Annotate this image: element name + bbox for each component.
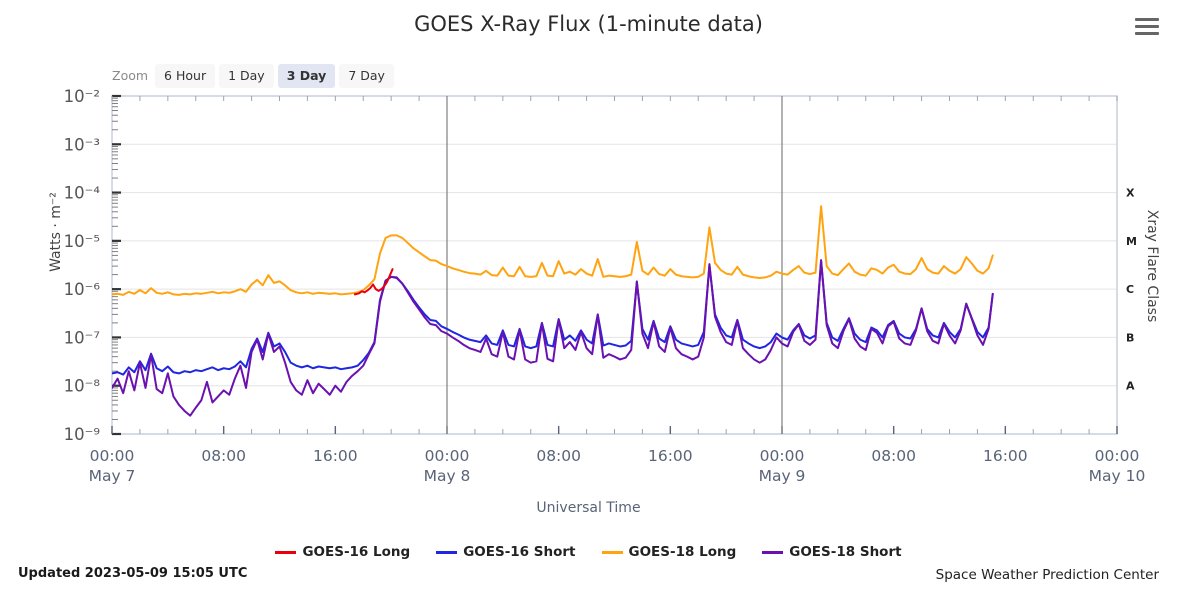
zoom-label: Zoom bbox=[112, 68, 149, 84]
y-axis-tick-label: 10⁻⁹ bbox=[64, 425, 100, 444]
series-line-goes-18-short bbox=[112, 259, 994, 417]
x-axis-tick-label: 16:00 bbox=[648, 447, 693, 465]
legend-item-goes16-short[interactable]: GOES-16 Short bbox=[436, 544, 576, 560]
flare-class-label-a: A bbox=[1126, 380, 1135, 393]
legend-label-goes16-long: GOES-16 Long bbox=[302, 544, 411, 560]
x-axis-tick-label: 00:00 bbox=[425, 447, 470, 465]
zoom-button-1-day[interactable]: 1 Day bbox=[219, 64, 274, 88]
x-axis-tick-label: 00:00 bbox=[90, 447, 135, 465]
flare-class-label-c: C bbox=[1126, 283, 1134, 296]
x-axis-tick-label: 00:00 bbox=[760, 447, 805, 465]
x-axis-title: Universal Time bbox=[536, 500, 641, 516]
x-axis-tick-label: 08:00 bbox=[201, 447, 246, 465]
y-axis-tick-label: 10⁻⁵ bbox=[64, 232, 100, 251]
legend-label-goes16-short: GOES-16 Short bbox=[463, 544, 576, 560]
y-axis-tick-label: 10⁻² bbox=[64, 87, 100, 106]
series-line-goes-16-long bbox=[353, 268, 394, 296]
legend-swatch-goes16-short bbox=[436, 550, 458, 554]
y-axis-tick-label: 10⁻⁷ bbox=[64, 328, 100, 347]
y-axis-tick-label: 10⁻³ bbox=[64, 135, 100, 154]
flare-class-label-x: X bbox=[1126, 187, 1135, 200]
chart-legend: GOES-16 Long GOES-16 Short GOES-18 Long … bbox=[0, 544, 1177, 560]
x-axis-day-label: May 9 bbox=[759, 467, 806, 485]
zoom-button-3-day[interactable]: 3 Day bbox=[277, 64, 336, 88]
page-title: GOES X-Ray Flux (1-minute data) bbox=[414, 12, 763, 36]
legend-item-goes18-long[interactable]: GOES-18 Long bbox=[601, 544, 737, 560]
hamburger-menu-icon[interactable] bbox=[1135, 18, 1159, 35]
x-axis-day-label: May 8 bbox=[424, 467, 471, 485]
legend-label-goes18-short: GOES-18 Short bbox=[789, 544, 902, 560]
x-axis-tick-label: 16:00 bbox=[983, 447, 1028, 465]
flare-class-label-b: B bbox=[1126, 331, 1134, 344]
legend-label-goes18-long: GOES-18 Long bbox=[628, 544, 737, 560]
zoom-range-control: Zoom 6 Hour 1 Day 3 Day 7 Day bbox=[112, 64, 394, 88]
x-axis-day-label: May 10 bbox=[1089, 467, 1146, 485]
y2-axis-title: Xray Flare Class bbox=[1144, 209, 1160, 323]
x-axis-tick-label: 08:00 bbox=[536, 447, 581, 465]
zoom-button-7-day[interactable]: 7 Day bbox=[339, 64, 394, 88]
source-attribution: Space Weather Prediction Center bbox=[935, 567, 1159, 583]
zoom-button-6-hour[interactable]: 6 Hour bbox=[155, 64, 216, 88]
legend-swatch-goes18-short bbox=[762, 550, 784, 554]
hamburger-bar bbox=[1135, 18, 1159, 21]
series-line-goes-16-short bbox=[112, 260, 994, 376]
legend-item-goes16-long[interactable]: GOES-16 Long bbox=[275, 544, 410, 560]
hamburger-bar bbox=[1135, 32, 1159, 35]
y-axis-tick-label: 10⁻⁸ bbox=[64, 377, 101, 396]
legend-swatch-goes16-long bbox=[275, 550, 297, 554]
x-axis-day-label: May 7 bbox=[89, 467, 136, 485]
legend-item-goes18-short[interactable]: GOES-18 Short bbox=[762, 544, 902, 560]
legend-swatch-goes18-long bbox=[601, 550, 623, 554]
updated-timestamp: Updated 2023-05-09 15:05 UTC bbox=[18, 566, 248, 581]
x-axis-tick-label: 00:00 bbox=[1095, 447, 1140, 465]
y-axis-title: Watts · m⁻² bbox=[48, 192, 64, 272]
y-axis-tick-label: 10⁻⁶ bbox=[64, 280, 101, 299]
series-line-goes-18-long bbox=[112, 205, 994, 296]
flare-class-label-m: M bbox=[1126, 235, 1137, 248]
x-axis-tick-label: 08:00 bbox=[871, 447, 916, 465]
hamburger-bar bbox=[1135, 25, 1159, 28]
x-axis-tick-label: 16:00 bbox=[313, 447, 358, 465]
y-axis-tick-label: 10⁻⁴ bbox=[64, 184, 101, 203]
